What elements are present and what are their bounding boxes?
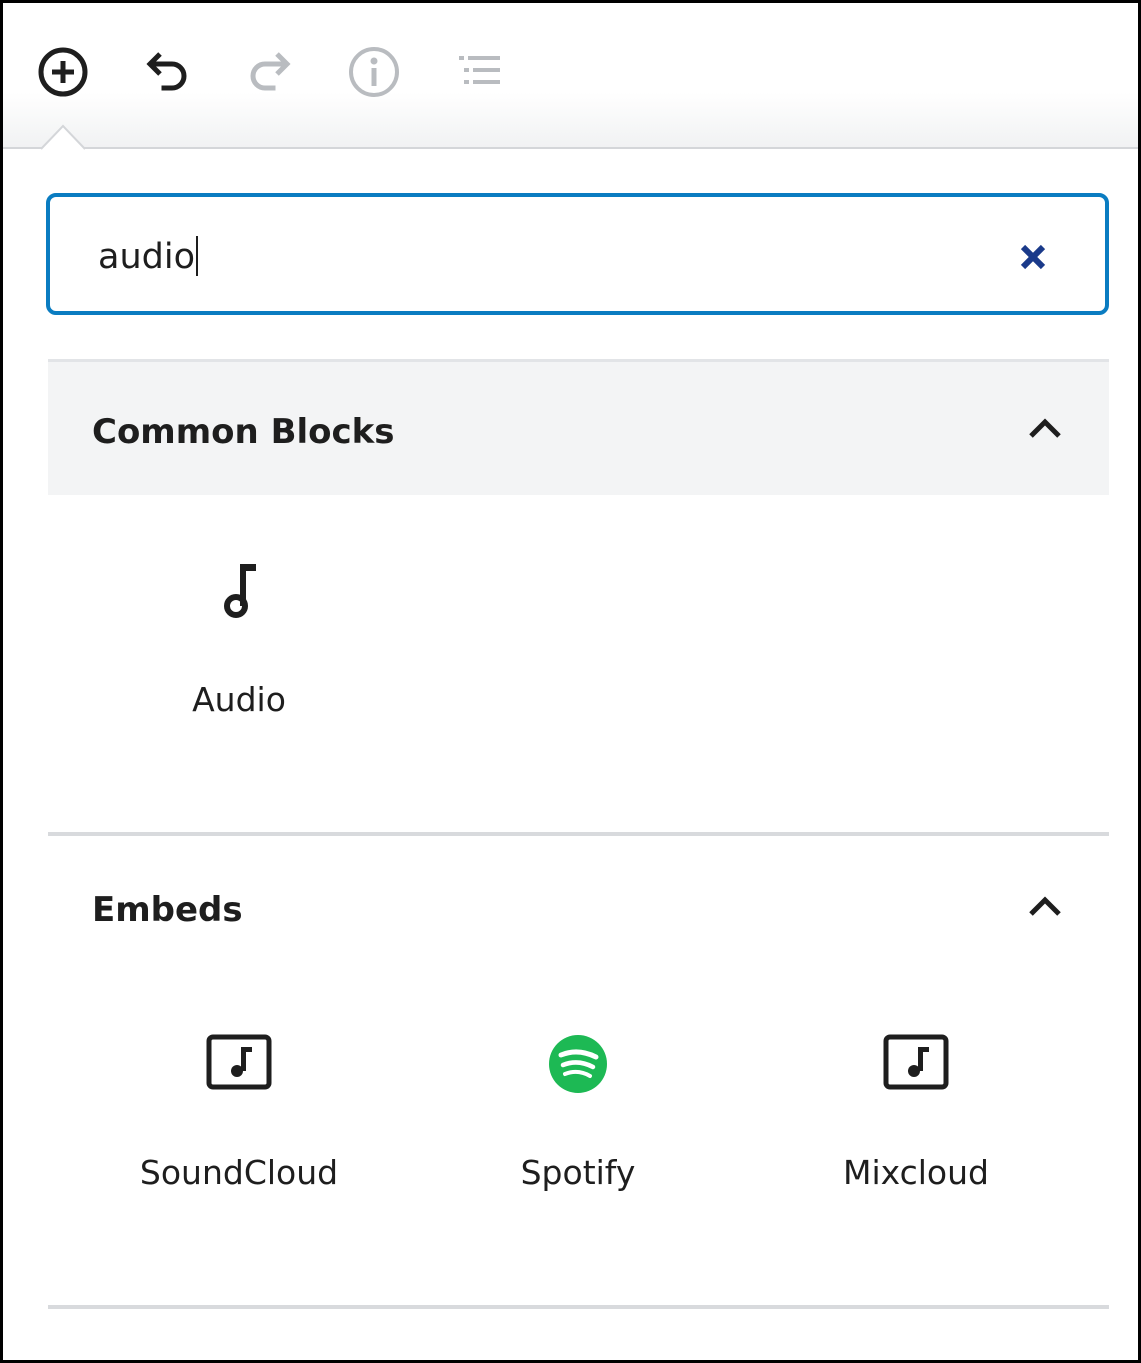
- plus-circle-icon: [38, 47, 88, 97]
- panel-header-embeds[interactable]: Embeds: [48, 832, 1109, 968]
- redo-icon: [250, 52, 291, 91]
- panel-divider: [48, 1305, 1109, 1309]
- outline-button[interactable]: [448, 41, 510, 103]
- undo-icon: [146, 52, 187, 91]
- search-input[interactable]: audio: [98, 235, 198, 279]
- block-inserter-window: audio Common Blocks Audio Embeds SoundCl…: [0, 0, 1141, 1363]
- chevron-up-icon: [1029, 418, 1061, 438]
- block-label: Spotify: [520, 1153, 636, 1192]
- block-label: Mixcloud: [843, 1153, 989, 1192]
- panel-title: Embeds: [92, 890, 243, 930]
- add-block-button[interactable]: [32, 41, 94, 103]
- popover-arrow: [41, 124, 85, 150]
- undo-button[interactable]: [135, 41, 197, 103]
- list-outline-icon: [459, 56, 500, 84]
- block-label: Audio: [192, 680, 286, 719]
- close-icon: [1020, 244, 1046, 270]
- music-note-icon: [89, 558, 389, 622]
- search-value: audio: [98, 237, 195, 277]
- embed-audio-icon: [89, 1031, 389, 1095]
- chevron-up-icon: [1029, 896, 1061, 916]
- redo-button[interactable]: [240, 41, 302, 103]
- editor-toolbar: [3, 3, 1138, 149]
- block-item-spotify[interactable]: Spotify: [428, 1031, 728, 1231]
- text-cursor: [196, 236, 198, 276]
- clear-search-button[interactable]: [1013, 237, 1053, 277]
- info-button[interactable]: [343, 41, 405, 103]
- panel-title: Common Blocks: [92, 412, 395, 452]
- panel-header-common-blocks[interactable]: Common Blocks: [48, 359, 1109, 495]
- block-label: SoundCloud: [139, 1153, 339, 1192]
- block-item-audio[interactable]: Audio: [89, 558, 389, 758]
- embed-audio-icon: [766, 1031, 1066, 1095]
- info-icon: [349, 47, 399, 97]
- block-item-soundcloud[interactable]: SoundCloud: [89, 1031, 389, 1231]
- block-item-mixcloud[interactable]: Mixcloud: [766, 1031, 1066, 1231]
- spotify-icon: [428, 1031, 728, 1095]
- block-search-box[interactable]: audio: [46, 193, 1109, 315]
